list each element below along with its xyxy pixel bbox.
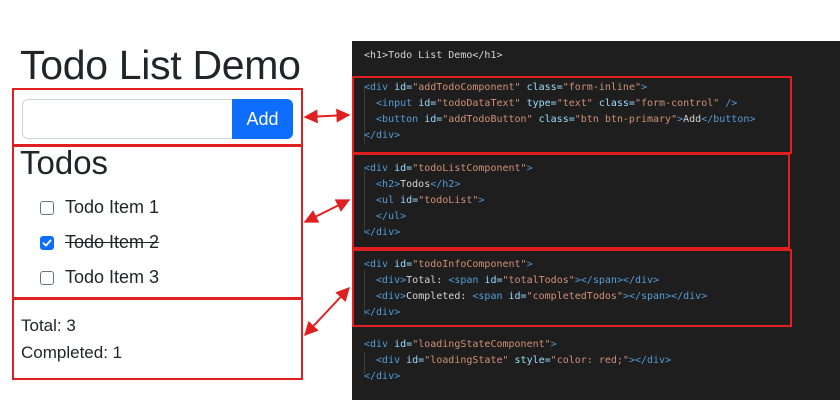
arrow-add-component (303, 108, 351, 124)
code-line: <div id="loadingState" style="color: red… (364, 355, 672, 366)
add-todo-code-highlight (352, 76, 792, 154)
arrow-list-component (303, 199, 351, 223)
todo-list-code-highlight (352, 153, 790, 249)
todo-info-code-highlight (352, 249, 792, 327)
code-line: </div> (364, 371, 401, 382)
arrow-info-component (304, 286, 350, 337)
code-line: <div id="loadingStateComponent"> (364, 339, 557, 350)
code-line-h1: <h1>Todo List Demo</h1> (364, 50, 503, 61)
